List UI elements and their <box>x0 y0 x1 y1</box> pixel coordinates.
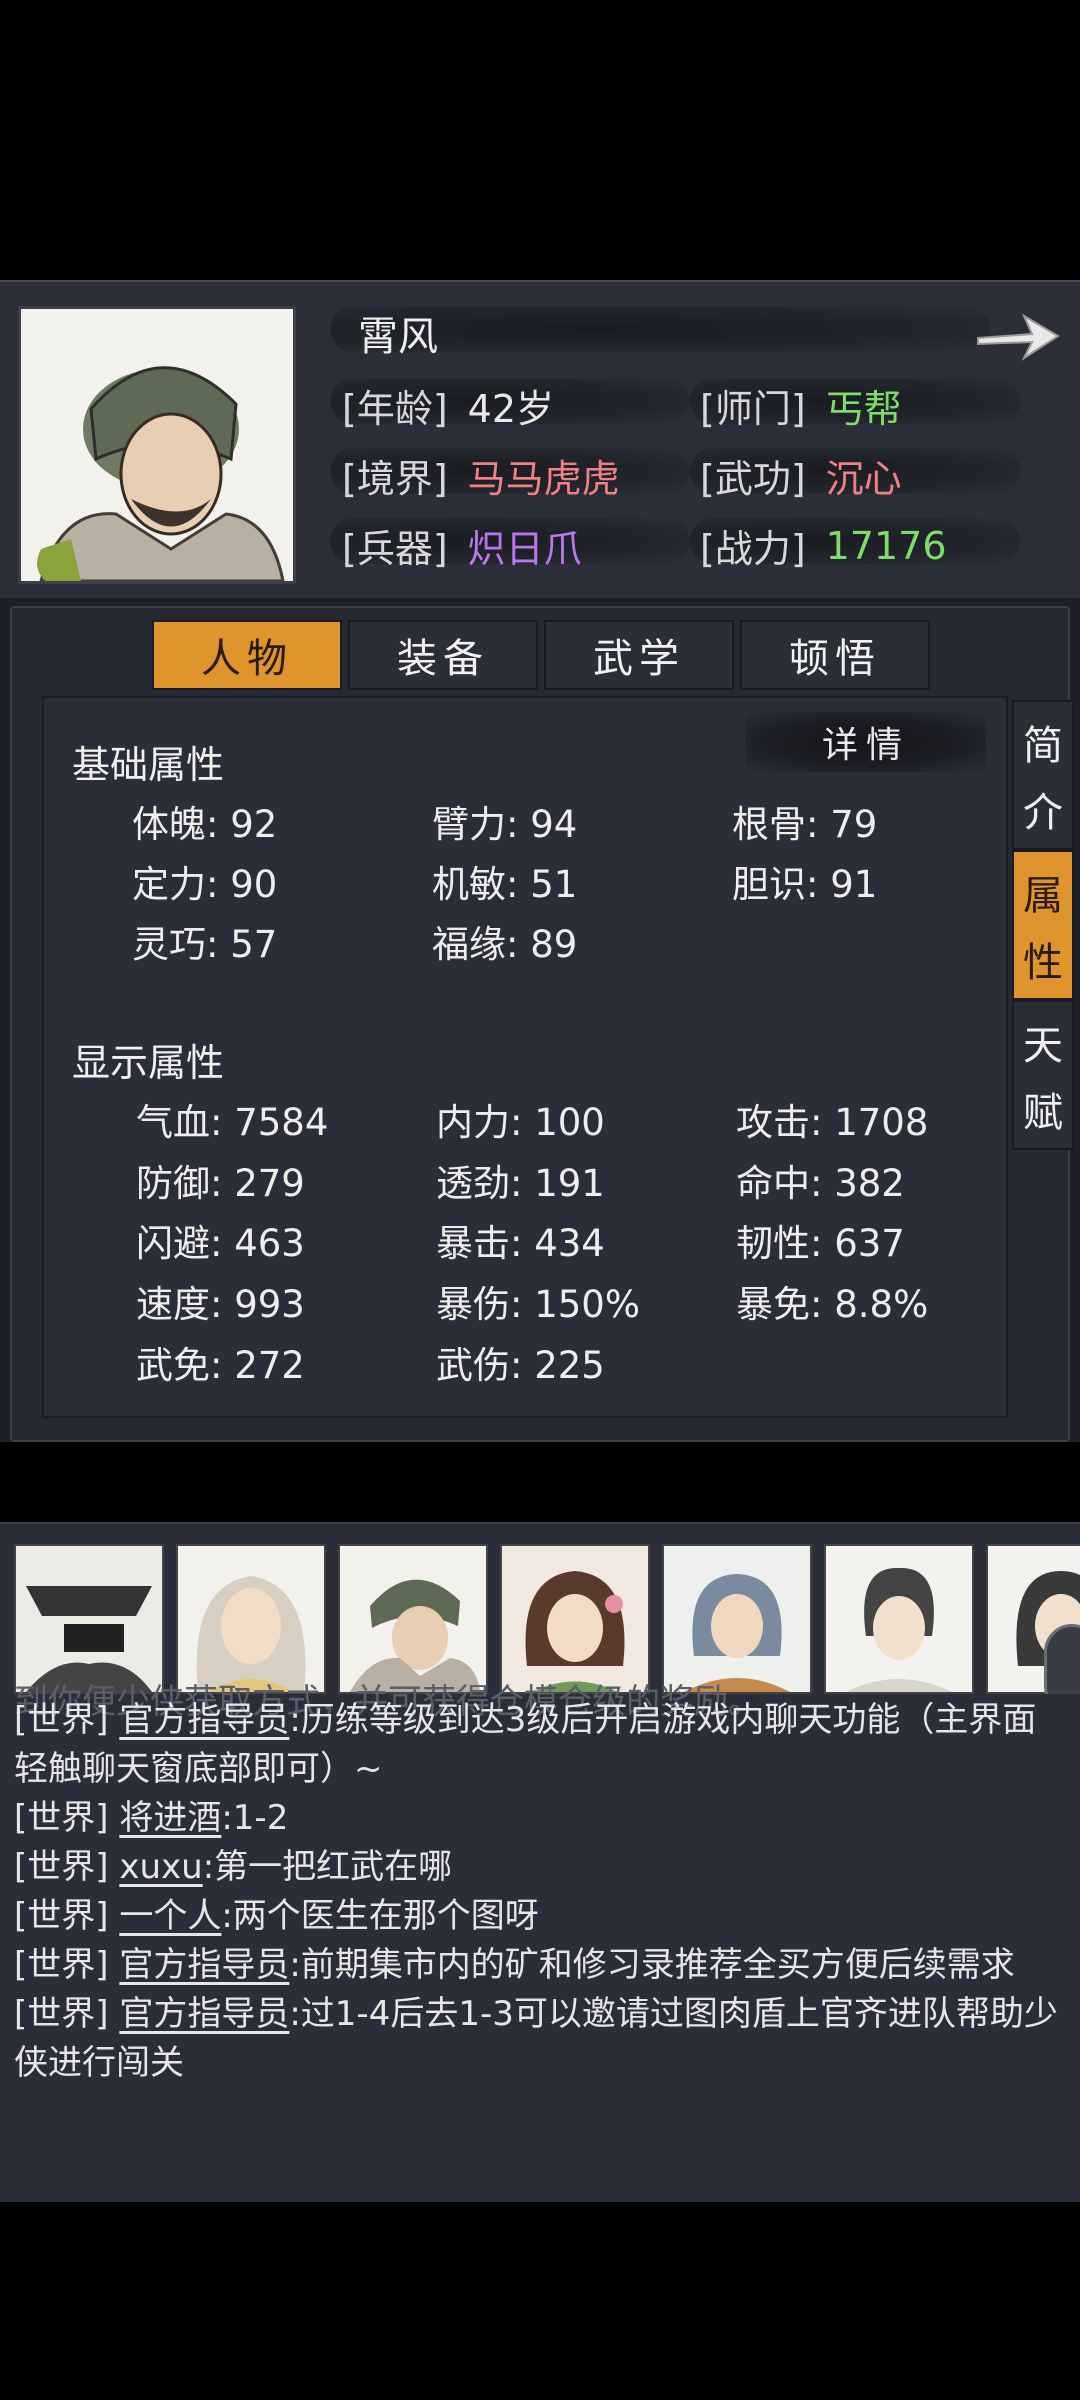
side-tab-char: 天 <box>1023 1022 1063 1069</box>
details-button[interactable]: 详情 <box>746 712 986 772</box>
stat-basic: 定力: 90 <box>132 863 278 906</box>
side-tab-char: 简 <box>1023 722 1063 769</box>
side-tab-talent[interactable]: 天 赋 <box>1012 1000 1074 1150</box>
team-avatar[interactable] <box>824 1544 974 1694</box>
character-name: 霄风 <box>358 314 438 360</box>
stat-basic: 胆识: 91 <box>732 863 878 906</box>
sect-label: [师门] <box>700 387 806 431</box>
chat-message: [世界] 一个人:两个医生在那个图呀 <box>14 1892 1064 1941</box>
character-portrait-art <box>21 309 293 581</box>
chat-text: :前期集市内的矿和修习录推荐全买方便后续需求 <box>289 1945 1015 1985</box>
realm-value: 马马虎虎 <box>467 457 620 501</box>
age-row: [年龄] 42岁 <box>342 378 554 433</box>
attributes-panel: 人物 装备 武学 顿悟 详情 基础属性 体魄: 92 臂力: 94 根骨: 79… <box>0 598 1080 1442</box>
sect-value: 丐帮 <box>825 387 902 431</box>
team-avatar[interactable] <box>662 1544 812 1694</box>
chat-channel: [世界] <box>14 1700 109 1740</box>
stat-basic: 机敏: 51 <box>432 863 578 906</box>
character-portrait <box>18 306 296 584</box>
team-avatar[interactable] <box>176 1544 326 1694</box>
chat-message: [世界] 将进酒:1-2 <box>14 1794 1064 1843</box>
chat-messages: [世界] 官方指导员:历练等级到达3级后开启游戏内聊天功能（主界面轻触聊天窗底部… <box>14 1696 1064 2088</box>
chat-username[interactable]: 官方指导员 <box>119 1700 289 1740</box>
age-label: [年龄] <box>342 387 448 431</box>
chat-username[interactable]: xuxu <box>119 1847 202 1887</box>
chat-message: [世界] 官方指导员:过1-4后去1-3可以邀请过图肉盾上官齐进队帮助少侠进行闯… <box>14 1990 1064 2088</box>
chat-panel: 到你便少侠获取方式，并可获得仓模仓级的奖励。 [世界] 官方指导员:历练等级到达… <box>0 1522 1080 2202</box>
stat-display: 命中: 382 <box>736 1162 905 1205</box>
chat-text: :两个医生在那个图呀 <box>221 1896 539 1936</box>
tab-equipment[interactable]: 装备 <box>348 620 538 690</box>
weapon-label: [兵器] <box>342 527 448 571</box>
stat-display: 内力: 100 <box>436 1101 605 1144</box>
chat-message: [世界] 官方指导员:前期集市内的矿和修习录推荐全买方便后续需求 <box>14 1941 1064 1990</box>
character-header: 霄风 [年龄] 42岁 [师门] 丐帮 [境界] 马马虎虎 [武功] 沉心 [兵… <box>0 280 1080 598</box>
chat-channel: [世界] <box>14 1896 109 1936</box>
chat-username[interactable]: 一个人 <box>119 1896 221 1936</box>
martial-value: 沉心 <box>825 457 902 501</box>
age-value: 42岁 <box>467 387 555 431</box>
stat-basic: 臂力: 94 <box>432 803 578 846</box>
chat-text: :1-2 <box>221 1798 289 1838</box>
stat-display: 暴伤: 150% <box>436 1283 641 1326</box>
stat-basic: 体魄: 92 <box>132 803 278 846</box>
stat-display: 防御: 279 <box>136 1162 305 1205</box>
chat-message: [世界] 官方指导员:历练等级到达3级后开启游戏内聊天功能（主界面轻触聊天窗底部… <box>14 1696 1064 1794</box>
stat-basic: 灵巧: 57 <box>132 923 278 966</box>
sect-row: [师门] 丐帮 <box>700 378 902 433</box>
stat-display: 武伤: 225 <box>436 1344 605 1387</box>
chat-channel: [世界] <box>14 1994 109 2034</box>
stat-basic: 福缘: 89 <box>432 923 578 966</box>
team-avatar-row <box>14 1544 1080 1694</box>
stat-display: 透劲: 191 <box>436 1162 605 1205</box>
next-character-arrow-icon[interactable] <box>972 300 1062 370</box>
chat-username[interactable]: 官方指导员 <box>119 1994 289 2034</box>
side-tab-char: 介 <box>1023 789 1063 836</box>
stat-basic: 根骨: 79 <box>732 803 878 846</box>
side-tab-attributes[interactable]: 属 性 <box>1012 850 1074 1000</box>
martial-label: [武功] <box>700 457 806 501</box>
attributes-frame: 人物 装备 武学 顿悟 详情 基础属性 体魄: 92 臂力: 94 根骨: 79… <box>10 606 1074 1442</box>
chat-username[interactable]: 将进酒 <box>119 1798 221 1838</box>
chat-channel: [世界] <box>14 1847 109 1887</box>
basic-attributes-title: 基础属性 <box>72 743 225 787</box>
weapon-row: [兵器] 炽日爪 <box>342 518 582 573</box>
tab-character[interactable]: 人物 <box>152 620 342 690</box>
stat-display: 暴免: 8.8% <box>736 1283 929 1326</box>
stat-display: 闪避: 463 <box>136 1222 305 1265</box>
side-tab-char: 赋 <box>1023 1089 1063 1136</box>
scroll-handle[interactable] <box>1044 1624 1080 1694</box>
team-avatar[interactable] <box>500 1544 650 1694</box>
power-row: [战力] 17176 <box>700 518 947 573</box>
tab-martial-arts[interactable]: 武学 <box>544 620 734 690</box>
stat-display: 武免: 272 <box>136 1344 305 1387</box>
stat-display: 气血: 7584 <box>136 1101 329 1144</box>
stat-display: 暴击: 434 <box>436 1222 605 1265</box>
side-tab-intro[interactable]: 简 介 <box>1012 700 1074 850</box>
chat-channel: [世界] <box>14 1798 109 1838</box>
chat-username[interactable]: 官方指导员 <box>119 1945 289 1985</box>
stat-display: 攻击: 1708 <box>736 1101 929 1144</box>
chat-message: [世界] xuxu:第一把红武在哪 <box>14 1843 1064 1892</box>
tab-enlightenment[interactable]: 顿悟 <box>740 620 930 690</box>
realm-label: [境界] <box>342 457 448 501</box>
side-tab-bar: 简 介 属 性 天 赋 <box>1012 700 1074 1150</box>
side-tab-char: 性 <box>1023 939 1063 986</box>
weapon-value: 炽日爪 <box>467 527 582 571</box>
side-tab-char: 属 <box>1023 872 1063 919</box>
attributes-content: 详情 基础属性 体魄: 92 臂力: 94 根骨: 79 定力: 90 机敏: … <box>42 696 1008 1418</box>
stat-display: 速度: 993 <box>136 1283 305 1326</box>
stat-display: 韧性: 637 <box>736 1222 905 1265</box>
power-value: 17176 <box>825 523 947 568</box>
team-avatar[interactable] <box>14 1544 164 1694</box>
display-attributes-title: 显示属性 <box>72 1041 225 1085</box>
martial-row: [武功] 沉心 <box>700 448 902 503</box>
team-avatar[interactable] <box>338 1544 488 1694</box>
chat-channel: [世界] <box>14 1945 109 1985</box>
chat-text: :第一把红武在哪 <box>202 1847 453 1887</box>
realm-row: [境界] 马马虎虎 <box>342 448 620 503</box>
power-label: [战力] <box>700 527 806 571</box>
